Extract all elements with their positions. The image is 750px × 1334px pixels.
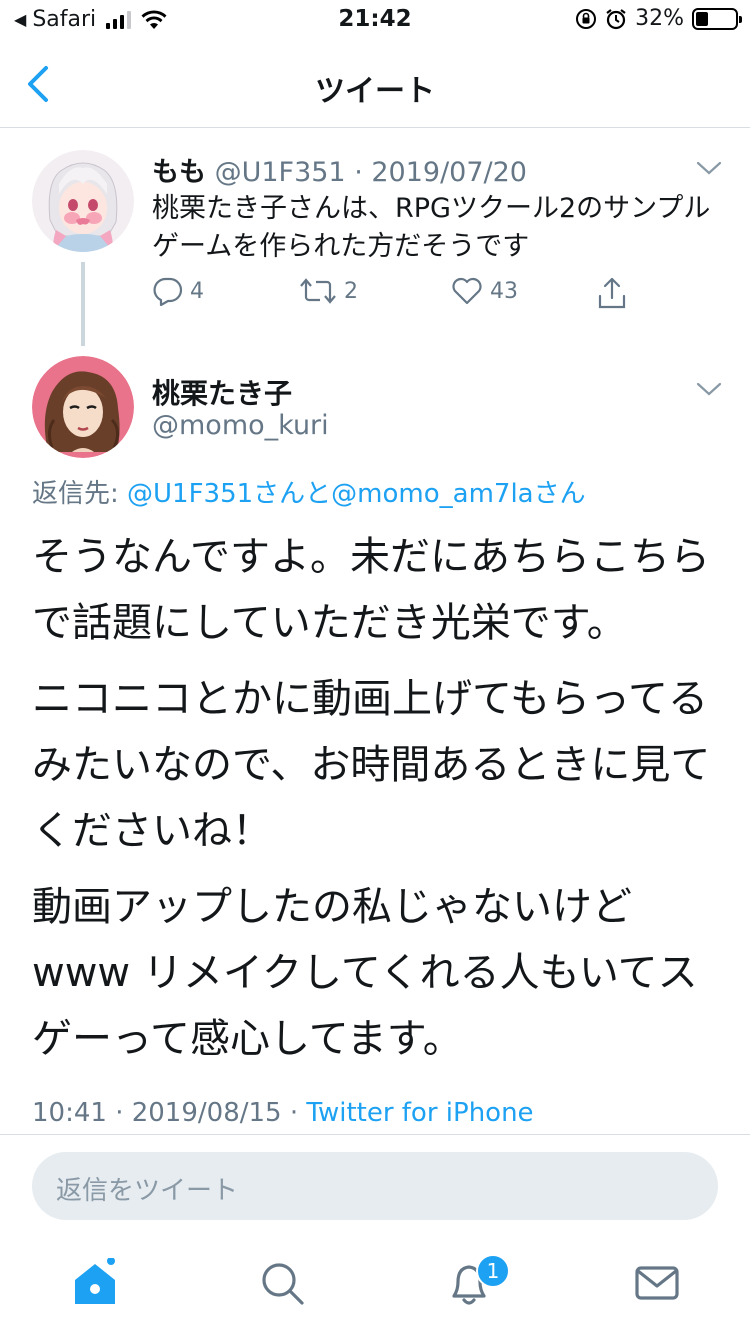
nav-bar: ツイート (0, 40, 750, 128)
retweet-button[interactable]: 2 (298, 276, 358, 306)
reply-to-label: 返信先: (32, 479, 119, 509)
status-right: 32% (575, 6, 742, 31)
alarm-icon (606, 8, 626, 29)
reply-count: 4 (190, 278, 204, 304)
parent-tweet-header: もも @U1F351 · 2019/07/20 (152, 150, 527, 189)
parent-display-name[interactable]: もも (152, 157, 206, 188)
battery-percent: 32% (635, 6, 684, 31)
parent-handle[interactable]: @U1F351 (215, 157, 346, 188)
heart-icon (452, 277, 482, 305)
tweet-meta: 10:41 · 2019/08/15 · Twitter for iPhone (32, 1098, 534, 1128)
orientation-lock-icon (576, 8, 597, 29)
like-button[interactable]: 43 (450, 276, 518, 306)
thread-line (81, 262, 85, 346)
divider (0, 1134, 750, 1135)
reply-icon (153, 277, 183, 306)
tweet-paragraph: ニコニコとかに動画上げてもらってるみたいなので、お時間あるときに見てくださいね！ (32, 676, 711, 854)
author-display-name[interactable]: 桃栗たき子 (152, 372, 292, 412)
tweet-body: そうなんですよ。未だにあちらこちらで話題にしていただき光栄です。 ニコニコとかに… (32, 524, 722, 1072)
parent-tweet-text: 桃栗たき子さんは、RPGツクール2のサンプルゲームを作られた方だそうです (152, 193, 711, 262)
battery-fill (696, 11, 709, 26)
tweet-paragraph: 動画アップしたの私じゃないけどwww リメイクしてくれる人もいてスゲーって感心し… (32, 884, 698, 1062)
avatar-image (32, 356, 134, 458)
battery-icon (692, 7, 742, 30)
reply-input-placeholder: 返信をツイート (56, 1176, 239, 1206)
avatar-image (32, 150, 134, 252)
like-count: 43 (490, 278, 518, 304)
search-icon[interactable] (257, 1258, 307, 1308)
share-button[interactable] (596, 276, 628, 310)
parent-date: · 2019/07/20 (354, 157, 527, 188)
reply-to-users-link[interactable]: @U1F351さんと@momo_am7laさん (127, 479, 586, 509)
status-bar: ◀ Safari 21:42 32% (0, 0, 750, 40)
page-title: ツイート (315, 74, 435, 109)
tweet-source-link[interactable]: Twitter for iPhone (306, 1098, 533, 1128)
tweet-paragraph: そうなんですよ。未だにあちらこちらで話題にしていただき光栄です。 (32, 534, 710, 646)
home-icon[interactable] (70, 1258, 120, 1308)
reply-button[interactable]: 4 (152, 276, 204, 306)
tab-bar (0, 1240, 750, 1334)
tweet-menu-chevron-icon[interactable] (696, 381, 722, 397)
share-icon (598, 277, 626, 309)
tweet-timestamp: 10:41 · 2019/08/15 · (32, 1098, 299, 1128)
avatar-momo[interactable] (32, 150, 134, 252)
reply-to-line: 返信先: @U1F351さんと@momo_am7laさん (32, 473, 586, 510)
retweet-icon (300, 278, 336, 304)
parent-tweet-menu-chevron-icon[interactable] (696, 160, 722, 176)
messages-icon[interactable] (632, 1258, 682, 1308)
retweet-count: 2 (344, 278, 358, 304)
parent-tweet-actions: 4 2 43 (150, 276, 640, 316)
reply-input[interactable]: 返信をツイート (32, 1152, 718, 1220)
notification-badge: 1 (476, 1254, 510, 1288)
author-handle[interactable]: @momo_kuri (152, 410, 329, 441)
avatar-momo-kuri[interactable] (32, 356, 134, 458)
